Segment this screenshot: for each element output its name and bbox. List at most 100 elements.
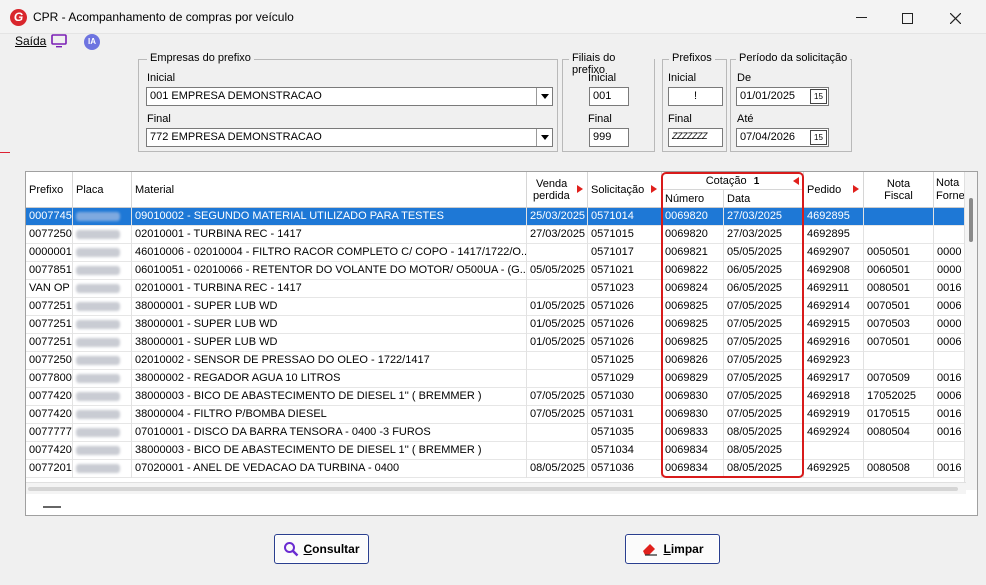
col-header-nota2-label-2: Forne bbox=[936, 190, 965, 202]
maximize-button[interactable] bbox=[884, 4, 930, 32]
cell-sol: 0571014 bbox=[588, 208, 662, 226]
empresa-final-select[interactable]: 772 EMPRESA DEMONSTRACAO bbox=[146, 128, 553, 147]
cell-data: 08/05/2025 bbox=[724, 424, 804, 442]
limpar-button[interactable]: Limpar bbox=[625, 534, 720, 564]
prefixo-final-input[interactable]: ZZZZZZZ bbox=[668, 128, 723, 147]
table-row[interactable]: 0000001 46010006 - 02010004 - FILTRO RACO… bbox=[26, 244, 974, 262]
cell-sol: 0571017 bbox=[588, 244, 662, 262]
group-periodo: Período da solicitação De 01/01/2025 15 … bbox=[730, 52, 852, 152]
col-header-nota-fiscal[interactable]: Nota Fiscal bbox=[864, 172, 934, 208]
table-row[interactable]: 0077420 38000003 - BICO DE ABASTECIMENTO … bbox=[26, 442, 974, 460]
filial-final-input[interactable]: 999 bbox=[589, 128, 629, 147]
col-header-numero[interactable]: Número bbox=[662, 190, 724, 208]
group-prefixos-legend: Prefixos bbox=[669, 52, 715, 64]
group-empresas-legend: Empresas do prefixo bbox=[147, 52, 254, 64]
maximize-icon bbox=[901, 12, 913, 24]
cell-num: 0069834 bbox=[662, 442, 724, 460]
table-row[interactable]: VAN OP 02010001 - TURBINA REC - 1417 05710… bbox=[26, 280, 974, 298]
cell-pedido: 4692917 bbox=[804, 370, 864, 388]
cell-material: 06010051 - 02010066 - RETENTOR DO VOLANT… bbox=[132, 262, 527, 280]
redacted-plate bbox=[76, 446, 120, 455]
table-row[interactable]: 0077250 02010001 - TURBINA REC - 1417 27/0… bbox=[26, 226, 974, 244]
cell-nf: 0070509 bbox=[864, 370, 934, 388]
cell-num: 0069830 bbox=[662, 406, 724, 424]
cell-pedido: 4692907 bbox=[804, 244, 864, 262]
cell-prefixo: 0077420 bbox=[26, 388, 73, 406]
cell-data: 08/05/2025 bbox=[724, 442, 804, 460]
consultar-button[interactable]: Consultar bbox=[274, 534, 369, 564]
close-button[interactable] bbox=[932, 4, 978, 32]
horizontal-scroll-thumb[interactable] bbox=[28, 487, 958, 491]
col-header-prefixo-label: Prefixo bbox=[29, 184, 64, 196]
col-header-solicitacao[interactable]: Solicitação bbox=[588, 172, 662, 208]
cell-material: 02010001 - TURBINA REC - 1417 bbox=[132, 226, 527, 244]
cell-prefixo: 0077250 bbox=[26, 352, 73, 370]
table-row[interactable]: 0077250 02010002 - SENSOR DE PRESSAO DO O… bbox=[26, 352, 974, 370]
redacted-plate bbox=[76, 374, 120, 383]
prefixo-inicial-label: Inicial bbox=[668, 72, 697, 84]
col-header-cotacao[interactable]: Cotação 1 bbox=[662, 172, 803, 190]
vertical-scrollbar[interactable] bbox=[964, 172, 977, 490]
col-header-placa[interactable]: Placa bbox=[73, 172, 132, 208]
filial-final-label: Final bbox=[588, 113, 612, 125]
cell-sol: 0571026 bbox=[588, 334, 662, 352]
table-row[interactable]: 0077251 38000001 - SUPER LUB WD 01/05/2025… bbox=[26, 334, 974, 352]
periodo-de-input[interactable]: 01/01/2025 15 bbox=[736, 87, 829, 106]
periodo-ate-input[interactable]: 07/04/2026 15 bbox=[736, 128, 829, 147]
calendar-icon[interactable]: 15 bbox=[810, 130, 827, 145]
col-header-prefixo[interactable]: Prefixo bbox=[26, 172, 73, 208]
results-grid[interactable]: Prefixo Placa Material Venda perdida Sol… bbox=[25, 171, 978, 516]
table-row[interactable]: 0007745 09010002 - SEGUNDO MATERIAL UTILI… bbox=[26, 208, 974, 226]
vertical-scroll-thumb[interactable] bbox=[969, 198, 973, 242]
col-header-venda-perdida[interactable]: Venda perdida bbox=[527, 172, 588, 208]
cell-material: 46010006 - 02010004 - FILTRO RACOR COMPL… bbox=[132, 244, 527, 262]
redacted-plate bbox=[76, 338, 120, 347]
col-header-material[interactable]: Material bbox=[132, 172, 527, 208]
redacted-plate bbox=[76, 212, 120, 221]
menu-bar: Saída IA bbox=[0, 34, 986, 52]
cell-pedido: 4692916 bbox=[804, 334, 864, 352]
empresa-inicial-select[interactable]: 001 EMPRESA DEMONSTRACAO bbox=[146, 87, 553, 106]
redacted-plate bbox=[76, 410, 120, 419]
menu-saida[interactable]: Saída bbox=[15, 34, 46, 48]
filial-inicial-label: Inicial bbox=[588, 72, 617, 84]
cell-sol: 0571015 bbox=[588, 226, 662, 244]
table-row[interactable]: 0077251 38000001 - SUPER LUB WD 01/05/2025… bbox=[26, 316, 974, 334]
table-row[interactable]: 0077201 07020001 - ANEL DE VEDACAO DA TUR… bbox=[26, 460, 974, 478]
cell-venda bbox=[527, 442, 588, 460]
chevron-down-icon[interactable] bbox=[536, 129, 552, 146]
col-header-venda-label-2: perdida bbox=[533, 190, 570, 202]
cell-nf: 0060501 bbox=[864, 262, 934, 280]
cell-num: 0069825 bbox=[662, 316, 724, 334]
table-row[interactable]: 0077420 38000003 - BICO DE ABASTECIMENTO … bbox=[26, 388, 974, 406]
minimize-button[interactable] bbox=[838, 4, 884, 32]
table-row[interactable]: 0077420 38000004 - FILTRO P/BOMBA DIESEL 0… bbox=[26, 406, 974, 424]
cell-sol: 0571035 bbox=[588, 424, 662, 442]
prefixo-inicial-input[interactable]: ! bbox=[668, 87, 723, 106]
table-row[interactable]: 0077777 07010001 - DISCO DA BARRA TENSORA… bbox=[26, 424, 974, 442]
col-header-cotacao-group: Cotação 1 Número Data bbox=[662, 172, 804, 208]
calendar-icon[interactable]: 15 bbox=[810, 89, 827, 104]
col-header-nota2-label-1: Nota bbox=[936, 177, 960, 189]
filial-inicial-input[interactable]: 001 bbox=[589, 87, 629, 106]
search-icon bbox=[284, 542, 299, 557]
cell-placa bbox=[73, 244, 132, 262]
cell-num: 0069833 bbox=[662, 424, 724, 442]
ia-assistant-icon[interactable]: IA bbox=[84, 34, 100, 50]
horizontal-scrollbar[interactable] bbox=[26, 482, 966, 494]
cell-nf: 0070501 bbox=[864, 298, 934, 316]
group-prefixos: Prefixos Inicial ! Final ZZZZZZZ bbox=[662, 52, 727, 152]
cell-venda bbox=[527, 244, 588, 262]
table-row[interactable]: 0077851 06010051 - 02010066 - RETENTOR DO… bbox=[26, 262, 974, 280]
limpar-button-label: Limpar bbox=[663, 542, 703, 556]
cell-sol: 0571023 bbox=[588, 280, 662, 298]
col-header-pedido[interactable]: Pedido bbox=[804, 172, 864, 208]
cell-placa bbox=[73, 280, 132, 298]
table-row[interactable]: 0077800 38000002 - REGADOR AGUA 10 LITROS… bbox=[26, 370, 974, 388]
monitor-icon[interactable] bbox=[51, 34, 67, 48]
chevron-down-icon[interactable] bbox=[536, 88, 552, 105]
cell-prefixo: 0077420 bbox=[26, 442, 73, 460]
grid-footer-indicator bbox=[43, 506, 61, 508]
table-row[interactable]: 0077251 38000001 - SUPER LUB WD 01/05/2025… bbox=[26, 298, 974, 316]
col-header-data[interactable]: Data bbox=[724, 190, 803, 208]
